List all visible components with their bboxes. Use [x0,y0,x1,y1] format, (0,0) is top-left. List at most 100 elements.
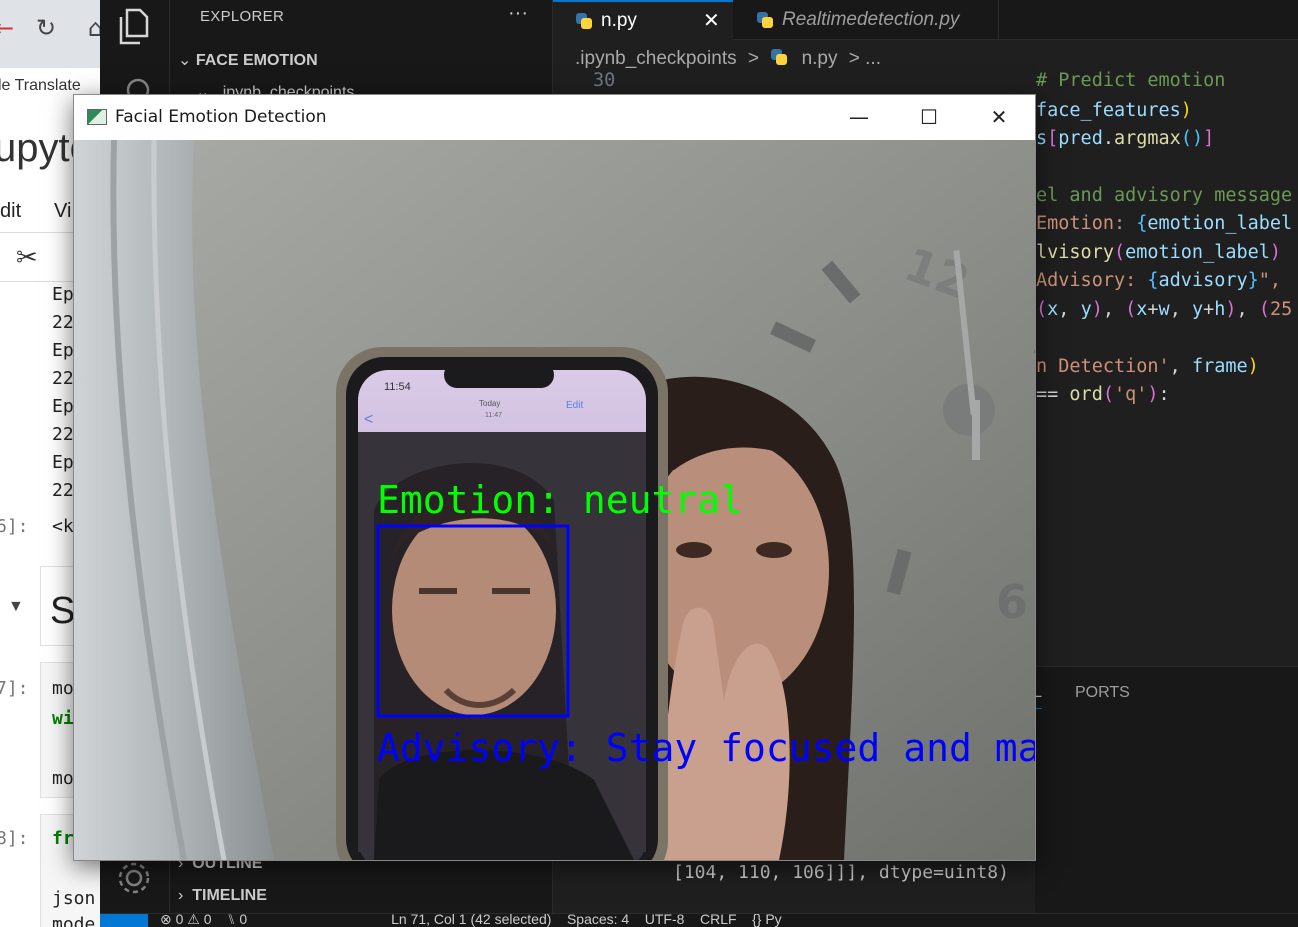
code-line: wi [52,708,74,729]
code-token: , [1236,299,1259,320]
code-token: { [1147,270,1159,291]
code-line: (x, y), (x+w, y+h), (25 [1036,299,1292,320]
tab-n-py[interactable]: n.py ✕ [553,0,733,40]
code-token: () [1180,128,1204,149]
settings-gear-icon[interactable] [114,858,154,898]
remote-indicator[interactable] [100,914,148,927]
status-items[interactable]: ⊗ 0 ⚠ 0 ⑊ 0 Ln 71, Col 1 (42 selected) S… [160,914,782,927]
line-number: 30 [593,70,616,91]
code-token: y [1191,299,1204,320]
code-token: : [1158,384,1170,405]
project-folder[interactable]: ⌄ FACE EMOTION [178,50,318,70]
code-token: y [1080,299,1092,320]
phone-back: < [364,411,373,428]
explorer-title: EXPLORER [200,8,285,25]
code-token: ) [1091,299,1103,320]
code-token: == [1036,384,1070,405]
output-line: Ep [52,284,74,305]
close-tab-icon[interactable]: ✕ [703,8,720,33]
python-file-icon [770,48,788,66]
code-token: 'q' [1113,384,1148,405]
code-token: + [1147,299,1159,320]
code-token: h [1214,299,1226,320]
code-token: pred [1058,128,1103,149]
code-token: advisory [1158,270,1248,291]
output-line: 22 [52,424,74,445]
reload-icon[interactable]: ↻ [36,14,56,42]
code-token: s [1036,128,1048,149]
code-token: emotion_label [1147,213,1293,234]
back-arrow-icon[interactable]: ← [0,14,14,42]
code-token: emotion_label [1125,242,1270,263]
code-token: w [1158,299,1170,320]
menu-edit[interactable]: dit [0,200,21,223]
code-token: x [1047,299,1059,320]
cell-prompt: 8]: [0,828,29,849]
home-icon[interactable]: ⌂ [88,14,100,42]
tab-label: Realtimedetection.py [782,9,960,30]
code-token: # Predict emotion [1036,70,1226,91]
code-line: Advisory: {advisory}", [1036,270,1281,291]
code-token: . [1102,128,1114,149]
tab-realtimedetection[interactable]: Realtimedetection.py [734,0,999,40]
code-token: { [1136,213,1148,234]
code-token: , [1102,299,1126,320]
python-file-icon [575,12,593,30]
webcam-frame: 12 9 6 11:54 [74,140,1035,860]
breadcrumb-folder[interactable]: .ipynb_checkpoints [575,48,737,69]
facial-emotion-detection-window[interactable]: Facial Emotion Detection — ☐ ✕ 12 6 11:5… [73,94,1036,861]
code-token: ] [1203,128,1215,149]
menu-view[interactable]: Vi [54,200,71,223]
phone-header-sub: 11:47 [485,412,502,419]
code-line: n Detection', frame) [1036,356,1259,377]
code-token: ( [1113,242,1126,263]
code-token: , [1058,299,1081,320]
breadcrumb-separator: > [747,48,759,69]
search-icon[interactable] [124,76,154,96]
breadcrumb-file[interactable]: n.py [802,48,838,69]
close-window-button[interactable]: ✕ [976,100,1022,134]
code-line: el and advisory message [1036,185,1292,206]
cut-icon[interactable]: ✂ [16,243,38,273]
terminal-output-line: [104, 110, 106]]], dtype=uint8) [673,862,1009,883]
output-line: 22 [52,312,74,333]
output-line: 22 [52,480,74,501]
explorer-more-button[interactable]: ··· [508,2,528,25]
maximize-button[interactable]: ☐ [906,100,952,134]
status-bar: ⊗ 0 ⚠ 0 ⑊ 0 Ln 71, Col 1 (42 selected) S… [100,913,1298,927]
code-line: == ord('q'): [1036,384,1170,405]
explorer-files-icon[interactable] [116,6,152,46]
code-line: face_features) [1036,100,1192,121]
webcam-image: 12 9 6 11:54 [74,140,1035,860]
code-token: face_features [1036,100,1181,121]
window-titlebar[interactable]: Facial Emotion Detection — ☐ ✕ [74,95,1035,140]
code-token: } [1247,270,1259,291]
project-folder-name: FACE EMOTION [195,52,318,69]
phone-time: 11:54 [384,381,411,393]
panel-tab-ports[interactable]: PORTS [1075,684,1130,702]
code-token: ( [1125,299,1137,320]
output-line: Ep [52,396,74,417]
code-line: lvisory(emotion_label) [1036,242,1281,263]
cell-prompt: 6]: [0,516,29,537]
timeline-section[interactable]: › TIMELINE [178,887,267,905]
minimize-button[interactable]: — [836,100,882,134]
code-line: fr [52,828,74,849]
breadcrumb-tail[interactable]: > ... [849,48,881,69]
code-token: lvisory [1036,242,1114,263]
code-token: Advisory: [1036,270,1148,291]
timeline-label: TIMELINE [192,887,267,904]
code-token: frame [1191,356,1248,377]
code-line: mo [52,768,74,789]
code-token: el and advisory message [1036,185,1293,206]
breadcrumb: .ipynb_checkpoints > n.py > ... [575,48,881,70]
phone-edit: Edit [566,400,583,411]
code-token: + [1203,299,1215,320]
python-file-icon [756,11,774,29]
code-token: n Detection' [1036,356,1170,377]
bookmark-translate[interactable]: le Translate [0,77,81,95]
advisory-label: Advisory: Stay focused and mainta [377,726,1035,770]
collapse-arrow-icon[interactable]: ▼ [8,598,24,616]
code-line: mo [52,678,74,699]
code-token: ( [1258,299,1270,320]
